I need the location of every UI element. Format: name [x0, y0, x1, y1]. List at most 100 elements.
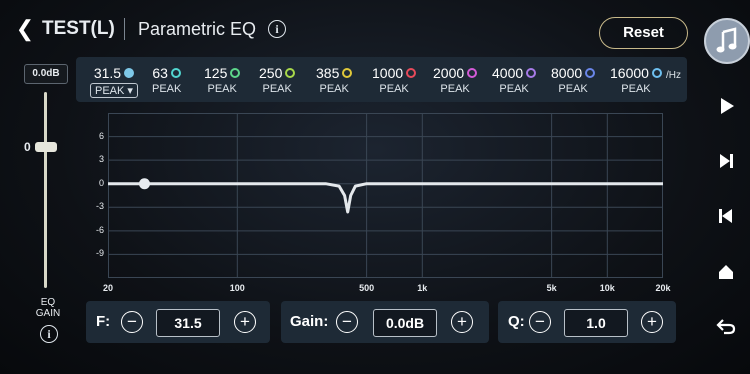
- band-frequency: 125: [204, 65, 228, 81]
- band-type-label: PEAK: [152, 83, 182, 95]
- band-color-dot-icon: [526, 68, 537, 78]
- band-250[interactable]: 250 PEAK: [259, 65, 296, 95]
- band-type: PEAK: [610, 83, 662, 95]
- q-label: Q:: [508, 313, 525, 330]
- band-385[interactable]: 385 PEAK: [316, 65, 353, 95]
- header-divider: [124, 18, 125, 40]
- eq-response-graph[interactable]: [108, 113, 663, 278]
- band-frequency: 1000: [372, 65, 404, 81]
- return-icon[interactable]: [714, 314, 738, 338]
- previous-track-icon[interactable]: [714, 204, 738, 228]
- band-1000[interactable]: 1000 PEAK: [372, 65, 417, 95]
- band-color-dot-icon: [467, 68, 478, 78]
- q-decrease-button[interactable]: −: [529, 311, 551, 333]
- band-type-label: PEAK: [319, 83, 349, 95]
- band-frequency: 250: [259, 65, 283, 81]
- band-color-dot-icon: [170, 68, 181, 78]
- band-frequency: 8000: [551, 65, 583, 81]
- band-color-dot-icon: [342, 68, 353, 78]
- x-tick-label: 1k: [417, 283, 428, 293]
- frequency-input[interactable]: 31.5: [156, 309, 220, 337]
- chevron-down-icon: ▾: [124, 85, 133, 97]
- band-color-dot-icon: [124, 68, 135, 78]
- channel-name[interactable]: TEST(L): [42, 17, 115, 41]
- band-16000[interactable]: 16000 PEAK: [610, 65, 662, 95]
- page-title: Parametric EQ: [138, 19, 257, 39]
- band-frequency: 63: [152, 65, 168, 81]
- band-type: PEAK: [152, 83, 181, 95]
- band-type: PEAK: [372, 83, 416, 95]
- band-63[interactable]: 63 PEAK: [152, 65, 181, 95]
- gain-input[interactable]: 0.0dB: [373, 309, 437, 337]
- q-increase-button[interactable]: +: [641, 311, 663, 333]
- band-type-dropdown[interactable]: PEAK ▾: [90, 83, 138, 98]
- y-tick-label: -3: [95, 201, 104, 212]
- x-tick-label: 100: [229, 283, 245, 293]
- y-tick-label: 6: [98, 130, 104, 141]
- band-type-label: PEAK: [262, 83, 292, 95]
- band-color-dot-icon: [285, 68, 296, 78]
- play-icon[interactable]: [714, 94, 738, 118]
- band-125[interactable]: 125 PEAK: [204, 65, 241, 95]
- band-type: PEAK: [492, 83, 536, 95]
- band-4000[interactable]: 4000 PEAK: [492, 65, 537, 95]
- x-tick-label: 5k: [546, 283, 557, 293]
- band-color-dot-icon: [651, 68, 662, 78]
- band-8000[interactable]: 8000 PEAK: [551, 65, 596, 95]
- y-tick-label: 0: [98, 177, 104, 188]
- x-tick-label: 10k: [599, 283, 615, 293]
- music-note-icon[interactable]: [704, 18, 750, 64]
- frequency-label: F:: [96, 313, 111, 330]
- band-type-label: PEAK: [621, 83, 651, 95]
- band-color-dot-icon: [585, 68, 596, 78]
- band-frequency: 385: [316, 65, 340, 81]
- back-chevron-icon[interactable]: ❮: [14, 17, 36, 41]
- band-type: PEAK: [433, 83, 477, 95]
- graph-frame: [108, 113, 663, 278]
- y-tick-label: -6: [95, 224, 104, 235]
- band-selector: 31.5 PEAK ▾ 63 PEAK 125 PEAK 250 PEAK 385 PEAK 100…: [76, 57, 687, 102]
- band-type-label: PEAK: [499, 83, 529, 95]
- band-type-label: PEAK: [558, 83, 588, 95]
- band-type: PEAK: [204, 83, 240, 95]
- band-2000[interactable]: 2000 PEAK: [433, 65, 478, 95]
- eq-gain-label: EQ GAIN: [35, 297, 61, 319]
- band-frequency: 31.5: [93, 65, 122, 81]
- band-31.5[interactable]: 31.5 PEAK ▾: [90, 65, 138, 98]
- frequency-unit: /Hz: [666, 70, 681, 81]
- band-type-label: PEAK: [207, 83, 237, 95]
- selected-band-point[interactable]: [138, 178, 150, 190]
- band-frequency: 4000: [492, 65, 524, 81]
- band-type: PEAK: [316, 83, 352, 95]
- next-track-icon[interactable]: [714, 149, 738, 173]
- eq-gain-zero-label: 0: [24, 140, 31, 154]
- y-tick-label: 3: [98, 154, 104, 165]
- y-tick-label: -9: [95, 248, 104, 259]
- eq-gain-info-icon[interactable]: i: [40, 325, 58, 343]
- x-tick-label: 500: [359, 283, 375, 293]
- frequency-control: F: − 31.5 +: [86, 301, 270, 343]
- eq-gain-slider-handle[interactable]: [35, 142, 57, 152]
- band-type: PEAK: [551, 83, 595, 95]
- home-icon[interactable]: [714, 260, 738, 284]
- band-type-label: PEAK: [95, 85, 125, 97]
- band-frequency: 2000: [433, 65, 465, 81]
- band-type-label: PEAK: [440, 83, 470, 95]
- gain-decrease-button[interactable]: −: [336, 311, 358, 333]
- eq-gain-value: 0.0dB: [24, 64, 68, 84]
- title-info-icon[interactable]: i: [268, 20, 286, 38]
- band-frequency: 16000: [610, 65, 649, 81]
- band-color-dot-icon: [230, 68, 241, 78]
- gain-increase-button[interactable]: +: [451, 311, 473, 333]
- band-color-dot-icon: [406, 68, 417, 78]
- gain-control: Gain: − 0.0dB +: [281, 301, 489, 343]
- eq-gain-slider-track[interactable]: [44, 92, 47, 288]
- gain-label: Gain:: [290, 313, 329, 330]
- frequency-decrease-button[interactable]: −: [121, 311, 143, 333]
- band-type: PEAK: [259, 83, 295, 95]
- x-tick-label: 20k: [655, 283, 671, 293]
- q-control: Q: − 1.0 +: [498, 301, 676, 343]
- frequency-increase-button[interactable]: +: [234, 311, 256, 333]
- reset-button[interactable]: Reset: [599, 17, 688, 49]
- q-input[interactable]: 1.0: [564, 309, 628, 337]
